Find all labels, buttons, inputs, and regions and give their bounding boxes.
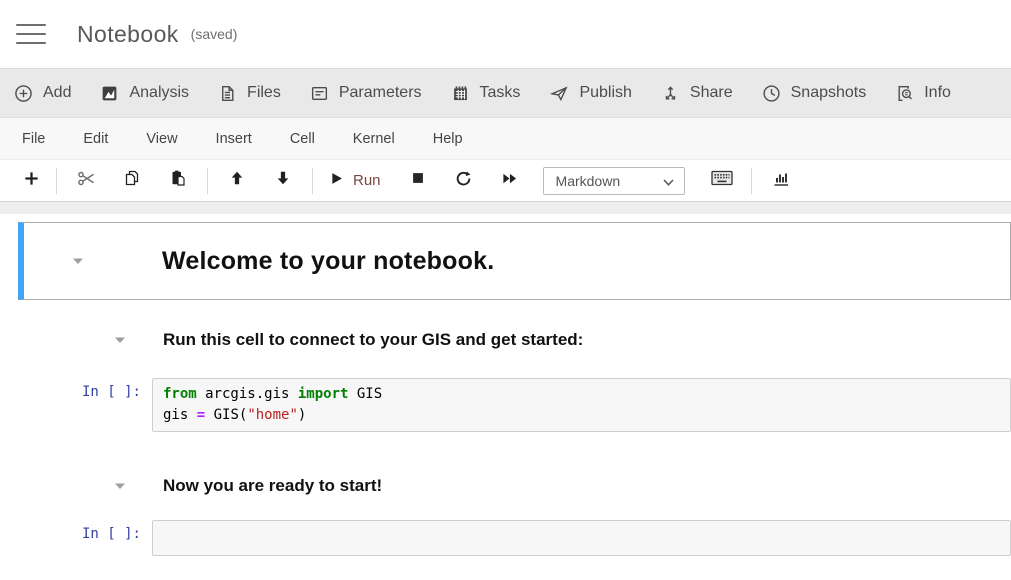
ribbon-item-label: Tasks: [480, 84, 521, 102]
bar-chart-icon: [772, 170, 790, 192]
ribbon-toolbar: Add Analysis Files Parameters Tasks Publ…: [0, 68, 1011, 118]
menu-file[interactable]: File: [22, 131, 45, 147]
menu-cell[interactable]: Cell: [290, 131, 315, 147]
restart-run-all-button[interactable]: [487, 166, 533, 196]
fast-forward-icon: [501, 171, 518, 191]
ribbon-item-label: Add: [43, 84, 71, 102]
menu-help[interactable]: Help: [433, 131, 463, 147]
restart-kernel-button[interactable]: [441, 166, 487, 196]
ribbon-item-publish[interactable]: Publish: [549, 84, 631, 103]
stop-icon: [410, 170, 426, 191]
toolbar-separator: [312, 168, 313, 194]
toolbar-notebook-divider: [0, 202, 1011, 214]
app-header: Notebook (saved): [0, 0, 1011, 68]
input-prompt: In [ ]:: [18, 520, 152, 542]
toc-chart-button[interactable]: [758, 166, 804, 196]
share-icon: [661, 84, 680, 103]
input-prompt: In [ ]:: [18, 378, 152, 400]
snapshots-icon: [762, 84, 781, 103]
ribbon-item-label: Publish: [579, 84, 631, 102]
page-title: Notebook: [77, 21, 179, 48]
ribbon-item-tasks[interactable]: Tasks: [451, 84, 521, 103]
restart-icon: [455, 170, 472, 192]
move-cell-up-button[interactable]: [214, 166, 260, 196]
menu-insert[interactable]: Insert: [216, 131, 252, 147]
cell-heading: Now you are ready to start!: [163, 476, 382, 496]
toolbar-separator: [56, 168, 57, 194]
command-palette-button[interactable]: [699, 166, 745, 196]
cell-type-select[interactable]: Markdown: [543, 167, 685, 195]
ribbon-item-label: Snapshots: [791, 84, 867, 102]
ribbon-item-share[interactable]: Share: [661, 84, 733, 103]
ribbon-item-analysis[interactable]: Analysis: [100, 84, 189, 103]
ribbon-item-label: Share: [690, 84, 733, 102]
cell-heading: Welcome to your notebook.: [162, 247, 494, 276]
analysis-icon: [100, 84, 119, 103]
code-cell-empty[interactable]: In [ ]:: [18, 520, 1011, 556]
cut-cells-button[interactable]: [63, 166, 109, 196]
collapse-caret-icon[interactable]: [114, 482, 126, 490]
markdown-cell-welcome[interactable]: Welcome to your notebook.: [18, 222, 1011, 300]
info-icon: [895, 84, 914, 103]
menu-edit[interactable]: Edit: [83, 131, 108, 147]
jupyter-toolbar: Run Markdown: [0, 160, 1011, 202]
paste-icon: [169, 169, 187, 192]
menu-view[interactable]: View: [146, 131, 177, 147]
paste-icon-button[interactable]: [155, 166, 201, 196]
scissors-icon: [77, 170, 96, 192]
ribbon-item-label: Info: [924, 84, 951, 102]
tasks-icon: [451, 84, 470, 103]
add-circle-icon: [14, 84, 33, 103]
collapse-caret-icon[interactable]: [72, 257, 84, 265]
hamburger-menu-icon[interactable]: [16, 23, 46, 45]
code-line: gis = GIS("home"): [163, 405, 1000, 426]
copy-cells-button[interactable]: [109, 166, 155, 196]
code-input-area[interactable]: from arcgis.gis import GIS gis = GIS("ho…: [152, 378, 1011, 432]
publish-icon: [549, 84, 569, 103]
move-cell-down-button[interactable]: [260, 166, 306, 196]
copy-icon: [123, 169, 141, 192]
save-status: (saved): [191, 26, 238, 42]
code-input-area[interactable]: [152, 520, 1011, 556]
notebook-menubar: File Edit View Insert Cell Kernel Help: [0, 118, 1011, 160]
ribbon-item-snapshots[interactable]: Snapshots: [762, 84, 867, 103]
ribbon-item-label: Analysis: [129, 84, 189, 102]
keyboard-icon: [711, 170, 733, 191]
run-button[interactable]: Run: [319, 166, 395, 196]
interrupt-kernel-button[interactable]: [395, 166, 441, 196]
collapse-caret-icon[interactable]: [114, 336, 126, 344]
files-icon: [218, 84, 237, 103]
arrow-down-icon: [275, 170, 291, 191]
markdown-cell-ready[interactable]: Now you are ready to start!: [18, 476, 1011, 496]
code-cell-gis-import[interactable]: In [ ]: from arcgis.gis import GIS gis =…: [18, 378, 1011, 432]
play-icon: [329, 171, 344, 191]
cell-heading: Run this cell to connect to your GIS and…: [163, 330, 583, 350]
ribbon-item-add[interactable]: Add: [14, 84, 71, 103]
markdown-cell-run-instructions[interactable]: Run this cell to connect to your GIS and…: [18, 330, 1011, 350]
ribbon-item-label: Files: [247, 84, 281, 102]
arrow-up-icon: [229, 170, 245, 191]
toolbar-separator: [207, 168, 208, 194]
run-button-label: Run: [353, 172, 381, 189]
ribbon-item-info[interactable]: Info: [895, 84, 951, 103]
notebook-content: Welcome to your notebook. Run this cell …: [0, 214, 1011, 580]
toolbar-separator: [751, 168, 752, 194]
ribbon-item-label: Parameters: [339, 84, 422, 102]
ribbon-item-parameters[interactable]: Parameters: [310, 84, 422, 103]
add-cell-button[interactable]: [12, 166, 50, 196]
code-line: from arcgis.gis import GIS: [163, 384, 1000, 405]
chevron-down-icon: [663, 173, 674, 189]
menu-kernel[interactable]: Kernel: [353, 131, 395, 147]
plus-icon: [23, 170, 40, 192]
parameters-icon: [310, 84, 329, 103]
cell-type-value: Markdown: [556, 173, 621, 189]
ribbon-item-files[interactable]: Files: [218, 84, 281, 103]
